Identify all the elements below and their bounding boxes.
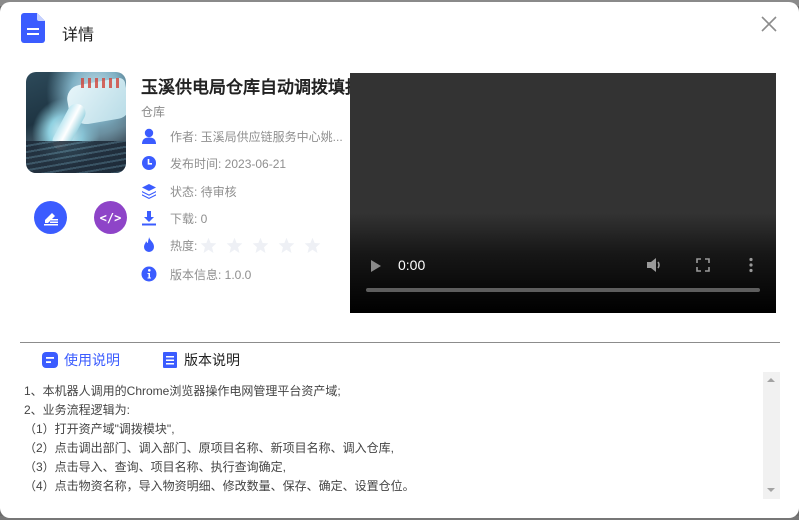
download-icon [141,210,157,226]
scroll-down-arrow-icon[interactable] [767,488,775,492]
instruction-line: 1、本机器人调用的Chrome浏览器操作电网管理平台资产域; [24,384,341,398]
play-button[interactable] [370,259,382,278]
edit-icon [43,212,58,225]
usage-instructions-content: 1、本机器人调用的Chrome浏览器操作电网管理平台资产域; 2、业务流程逻辑为… [24,382,754,496]
popularity-rating [200,237,330,254]
fullscreen-button[interactable] [696,258,710,277]
user-icon [141,128,157,144]
clock-icon [141,155,157,171]
tab-usage-instructions[interactable]: 使用说明 [42,350,120,370]
fire-icon [141,237,157,253]
status-row: 状态: 待审核 [141,182,237,200]
robot-category: 仓库 [141,105,166,119]
close-button[interactable] [758,13,780,35]
scroll-up-arrow-icon[interactable] [767,378,775,382]
close-icon[interactable] [758,13,780,35]
list-document-icon [163,352,177,368]
instruction-line: （2）点击调出部门、调入部门、原项目名称、新项目名称、调入仓库, [24,441,395,455]
document-icon [21,13,45,43]
publish-time-row: 发布时间: 2023-06-21 [141,154,286,172]
star-icon [253,237,269,253]
volume-button[interactable] [646,257,664,278]
dialog-header: 详情 [0,2,799,58]
instruction-line: 2、业务流程逻辑为: [24,403,131,417]
section-divider [20,342,780,343]
downloads-text: 下载: 0 [170,211,208,226]
status-text: 状态: 待审核 [170,184,237,199]
robot-thumbnail [26,72,126,173]
volume-icon [647,258,660,272]
instruction-line: （1）打开资产域"调拨模块", [24,422,175,436]
video-time: 0:00 [398,257,426,273]
note-icon [42,352,58,368]
instruction-line: （3）点击导入、查询、项目名称、执行查询确定, [24,460,287,474]
content-scrollbar[interactable] [763,372,780,499]
more-vertical-icon [749,257,753,273]
dialog-title: 详情 [62,27,95,44]
downloads-row: 下载: 0 [141,209,207,227]
code-icon: </> [99,210,122,225]
layers-icon [141,183,157,199]
version-row: 版本信息: 1.0.0 [141,265,251,283]
star-icon [227,237,243,253]
publish-time-text: 发布时间: 2023-06-21 [170,156,287,171]
code-button[interactable]: </> [94,201,127,234]
fullscreen-icon [696,258,710,272]
play-icon [371,260,381,272]
video-player[interactable]: 0:00 [350,73,776,313]
author-row: 作者: 玉溪局供应链服务中心姚... [141,127,343,145]
info-icon [141,266,157,282]
instruction-line: （4）点击物资名称，导入物资明细、修改数量、保存、确定、设置仓位。 [24,479,415,493]
details-dialog: 详情 </> 玉溪供电局仓库自动调拨填报 仓库 作者: 玉溪局供应链服务中心姚.… [0,2,799,518]
version-text: 版本信息: 1.0.0 [170,267,252,282]
tab-label: 使用说明 [64,352,120,368]
tab-label: 版本说明 [184,352,240,368]
star-icon [201,237,217,253]
video-progress-bar[interactable] [366,288,760,292]
author-text: 作者: 玉溪局供应链服务中心姚... [170,129,343,144]
more-options-button[interactable] [748,257,754,278]
star-icon [305,237,321,253]
tab-version-notes[interactable]: 版本说明 [162,350,240,370]
robot-title: 玉溪供电局仓库自动调拨填报 [141,78,350,97]
edit-button[interactable] [34,201,67,234]
popularity-label: 热度: [170,238,198,253]
star-icon [279,237,295,253]
popularity-row: 热度: [141,236,330,254]
